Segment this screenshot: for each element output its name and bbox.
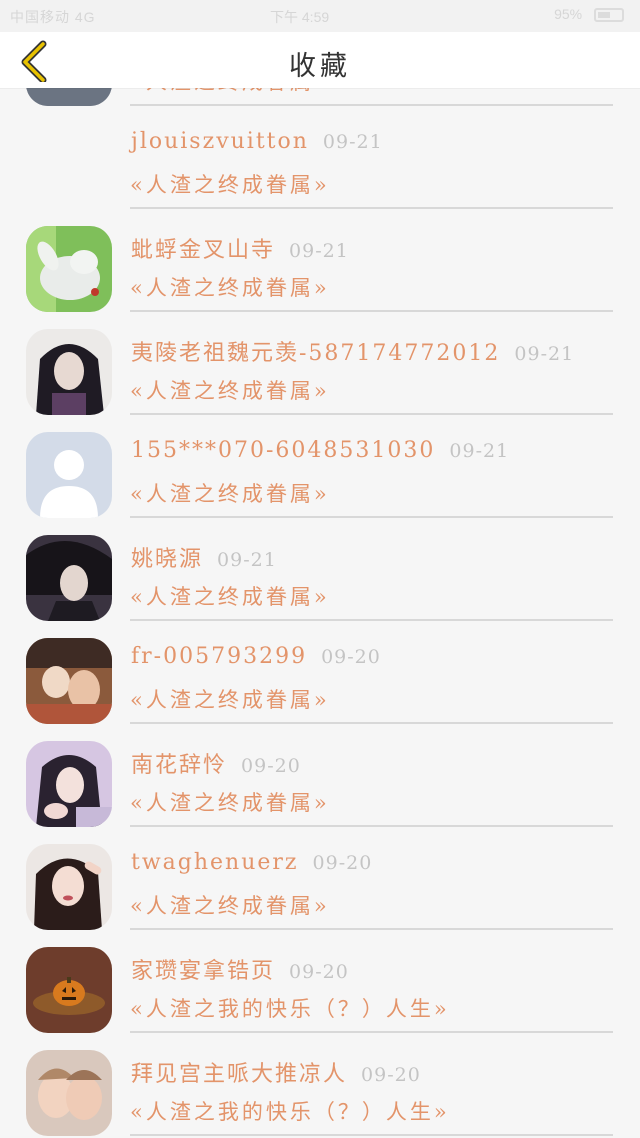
date-label: 09-21 (514, 343, 575, 365)
date-label: 09-21 (217, 549, 277, 571)
user-line: 蚍蜉金叉山寺 09-21 (131, 232, 349, 264)
avatar[interactable] (26, 741, 112, 827)
page-title: 收藏 (289, 51, 351, 82)
list-item[interactable]: 夷陵老祖魏元羡-58717477201​2 09-21 «人渣之终成眷属» (0, 309, 640, 415)
battery-icon (594, 8, 624, 23)
user-name: 南花辞怜 (131, 753, 228, 778)
user-line: fr-005793299 09-20 (131, 644, 381, 669)
list-item[interactable]: 155***070-6048531030 09-21 «人渣之终成眷属» (0, 412, 640, 518)
date-label: 09-20 (321, 646, 381, 668)
list-item[interactable]: 蚍蜉金叉山寺 09-21 «人渣之终成眷属» (0, 206, 640, 312)
avatar[interactable] (26, 329, 112, 415)
book-title: «人渣之终成眷属» (130, 688, 330, 712)
avatar[interactable] (26, 844, 112, 930)
date-label: 09-20 (241, 755, 301, 777)
user-line: jlouiszvuitton 09-21 (131, 129, 383, 154)
battery-percent: 95% (554, 6, 583, 22)
list-item[interactable]: 姚晓源 09-21 «人渣之终成眷属» (0, 515, 640, 621)
user-name: 155***070-6048531030 (131, 438, 436, 463)
nav-header: 收藏 (0, 32, 640, 88)
avatar[interactable] (26, 535, 112, 621)
user-line: 姚晓源 09-21 (131, 541, 277, 573)
favorites-list: «人渣之终成眷属» jlouiszvuitton09-21 «人渣之终成眷属» … (0, 62, 640, 1138)
book-title: «人渣之我的快乐（？）人生» (130, 1100, 450, 1124)
date-label: 09-21 (289, 240, 349, 262)
avatar[interactable] (26, 432, 112, 518)
avatar[interactable] (26, 638, 112, 724)
date-label: 09-21 (449, 440, 510, 462)
avatar[interactable] (26, 947, 112, 1033)
user-name: 蚍蜉金叉山寺 (131, 238, 276, 263)
book-title: «人渣之终成眷属» (130, 585, 330, 609)
user-line: twaghenuerz 09-20 (131, 850, 372, 875)
user-name: 夷陵老祖魏元羡-58717477201​2 (131, 341, 501, 366)
clock-label: 下午 4:59 (270, 9, 330, 25)
list-item[interactable]: fr-005793299 09-20 «人渣之终成眷属» (0, 618, 640, 724)
user-line: 南花辞怜 09-20 (131, 747, 301, 779)
user-name: 姚晓源 (131, 547, 204, 572)
user-line: 夷陵老祖魏元羡-58717477201​2 09-21 (131, 335, 574, 367)
user-name: jlouiszvuitton (131, 129, 309, 154)
date-label: 09-20 (289, 961, 349, 983)
battery-indicator: 95% (554, 6, 624, 23)
user-name: fr-005793299 (131, 644, 308, 669)
list-item[interactable]: 南花辞怜 09-20 «人渣之终成眷属» (0, 721, 640, 827)
date-label: 09-20 (361, 1064, 421, 1086)
list-item[interactable]: 家瓒宴拿锆页 09-20 «人渣之我的快乐（？）人生» (0, 927, 640, 1033)
list-item[interactable]: twaghenuerz 09-20 «人渣之终成眷属» (0, 824, 640, 930)
avatar[interactable] (26, 1050, 112, 1136)
book-title: «人渣之终成眷属» (130, 482, 330, 506)
user-line: 155***070-6048531030 09-21 (131, 438, 509, 463)
book-title: «人渣之终成眷属» (130, 379, 330, 403)
book-title: «人渣之终成眷属» (130, 173, 330, 197)
carrier-label: 中国移动 4G (10, 9, 96, 25)
avatar[interactable] (26, 226, 112, 312)
user-name: 家瓒宴拿锆页 (131, 959, 276, 984)
book-title: «人渣之终成眷属» (130, 276, 330, 300)
user-line: 拜见宫主哌大推凉人 09-20 (131, 1056, 421, 1088)
user-name: twaghenuerz (131, 850, 299, 875)
user-line: 家瓒宴拿锆页 09-20 (131, 953, 349, 985)
user-name: 拜见宫主哌大推凉人 (131, 1062, 348, 1087)
book-title: «人渣之终成眷属» (130, 791, 330, 815)
list-item[interactable]: jlouiszvuitton 09-21 «人渣之终成眷属» (0, 103, 640, 209)
date-label: 09-21 (322, 131, 383, 153)
status-bar: 中国移动 4G 下午 4:59 95% (0, 0, 640, 32)
date-label: 09-20 (312, 852, 373, 874)
list-item[interactable]: 拜见宫主哌大推凉人 09-20 «人渣之我的快乐（？）人生» (0, 1030, 640, 1136)
book-title: «人渣之我的快乐（？）人生» (130, 997, 450, 1021)
book-title: «人渣之终成眷属» (130, 894, 330, 918)
divider (130, 1134, 613, 1136)
